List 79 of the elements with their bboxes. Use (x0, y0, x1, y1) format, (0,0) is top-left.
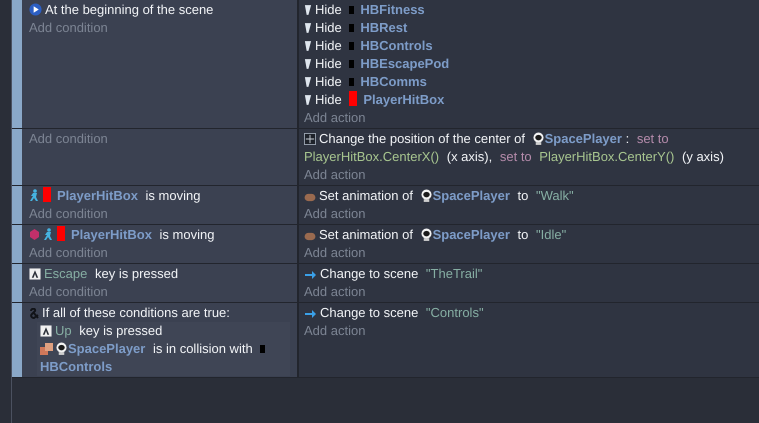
object-name[interactable]: HBControls (40, 359, 112, 374)
key-icon (40, 325, 52, 337)
parameter-value: "TheTrail" (426, 266, 482, 281)
expression-text: PlayerHitBox.CenterY() (539, 149, 674, 164)
add-condition-link[interactable]: Add condition (29, 19, 108, 37)
event-row[interactable]: Escape key is pressed Add condition Change to scene "TheTrail" Add action (12, 264, 759, 303)
parameter-value: "Idle" (536, 227, 566, 242)
add-action-link[interactable]: Add action (304, 109, 366, 127)
instruction-text: Hide (315, 20, 342, 35)
instruction-text: Set animation of (319, 227, 413, 242)
add-action-link[interactable]: Add action (304, 283, 366, 301)
arrow-icon (304, 309, 317, 319)
instruction-text: to (518, 227, 528, 242)
add-condition-link[interactable]: Add condition (29, 205, 108, 223)
helmet-icon (56, 342, 67, 355)
add-action-link[interactable]: Add action (304, 244, 366, 262)
instruction-text: At the beginning of the scene (45, 2, 214, 17)
instruction-text: is moving (146, 188, 200, 203)
event-bar (12, 225, 22, 263)
key-icon (29, 268, 41, 280)
parameter-value: "Walk" (536, 188, 574, 203)
object-name[interactable]: SpacePlayer (432, 227, 510, 242)
instruction-text: If all of these conditions are true: (42, 305, 230, 320)
helmet-icon (420, 228, 432, 241)
instruction-text: : (626, 131, 630, 146)
helmet-icon (420, 189, 432, 202)
instruction-text: Change the position of the center of (319, 131, 525, 146)
instruction-text: (x axis), (446, 149, 492, 164)
helmet-icon (532, 132, 544, 145)
instruction-text: Hide (315, 74, 342, 89)
event-row[interactable]: If all of these conditions are true: Up key is pressed SpacePlayer is in collision with HBControls Change to scene "Controls" Add action (12, 303, 759, 378)
instruction-text: is in collision with (152, 341, 253, 356)
parameter-value: "Controls" (426, 305, 484, 320)
event-row[interactable]: PlayerHitBox is moving Add condition Set animation of SpacePlayer to "Idle" Add action (12, 225, 759, 264)
object-name[interactable]: HBFitness (360, 2, 425, 17)
ampersand-icon (29, 308, 39, 319)
parameter-value: Up (55, 323, 72, 338)
instruction-text: Hide (315, 92, 342, 107)
object-name[interactable]: HBControls (360, 38, 433, 53)
object-name[interactable]: PlayerHitBox (57, 188, 138, 203)
object-name[interactable]: PlayerHitBox (71, 227, 152, 242)
instruction-text: Change to scene (320, 305, 418, 320)
play-icon (29, 3, 42, 16)
running-figure-icon (29, 189, 40, 202)
arrow-icon (304, 270, 317, 280)
running-figure-icon (43, 228, 54, 241)
object-name[interactable]: PlayerHitBox (363, 92, 444, 107)
instruction-text: Hide (315, 2, 342, 17)
instruction-text: is moving (160, 227, 214, 242)
object-name[interactable]: SpacePlayer (432, 188, 510, 203)
add-condition-link[interactable]: Add condition (29, 283, 108, 301)
instruction-text: to (518, 188, 528, 203)
keyword-text: set to (636, 131, 669, 146)
object-name[interactable]: HBComms (360, 74, 427, 89)
add-condition-link[interactable]: Add condition (29, 130, 108, 148)
add-action-link[interactable]: Add action (304, 322, 366, 340)
inverted-icon (29, 228, 40, 241)
event-row[interactable]: Add condition Change the position of the center of SpacePlayer : set to PlayerHitBox.CenterX() (x axis), set to PlayerHitBox.CenterY() (y axis) Add action (12, 129, 759, 186)
instruction-text: Hide (315, 56, 342, 71)
instruction-text: Change to scene (320, 266, 418, 281)
keyword-text: set to (500, 149, 532, 164)
event-row[interactable]: At the beginning of the scene Add condition Hide HBFitness Hide HBRest Hide HBControls Hide HBEscapePod Hide HBComms Hide PlayerHitBox Add action (12, 0, 759, 129)
add-condition-link[interactable]: Add condition (29, 244, 108, 262)
object-name[interactable]: HBEscapePod (360, 56, 450, 71)
instruction-text: key is pressed (95, 266, 178, 281)
instruction-text: Set animation of (319, 188, 413, 203)
expression-text: PlayerHitBox.CenterX() (304, 149, 440, 164)
add-action-link[interactable]: Add action (304, 205, 366, 223)
parameter-value: Escape (44, 266, 88, 281)
instruction-text: Hide (315, 38, 342, 53)
object-name[interactable]: HBRest (360, 20, 408, 35)
add-action-link[interactable]: Add action (304, 166, 366, 184)
instruction-text: key is pressed (79, 323, 162, 338)
object-name[interactable]: SpacePlayer (544, 131, 622, 146)
grid-icon (304, 133, 316, 145)
object-name[interactable]: SpacePlayer (68, 341, 146, 356)
overlap-icon (40, 343, 53, 355)
instruction-text: (y axis) (682, 149, 724, 164)
event-row[interactable]: PlayerHitBox is moving Add condition Set animation of SpacePlayer to "Walk" Add action (12, 186, 759, 225)
